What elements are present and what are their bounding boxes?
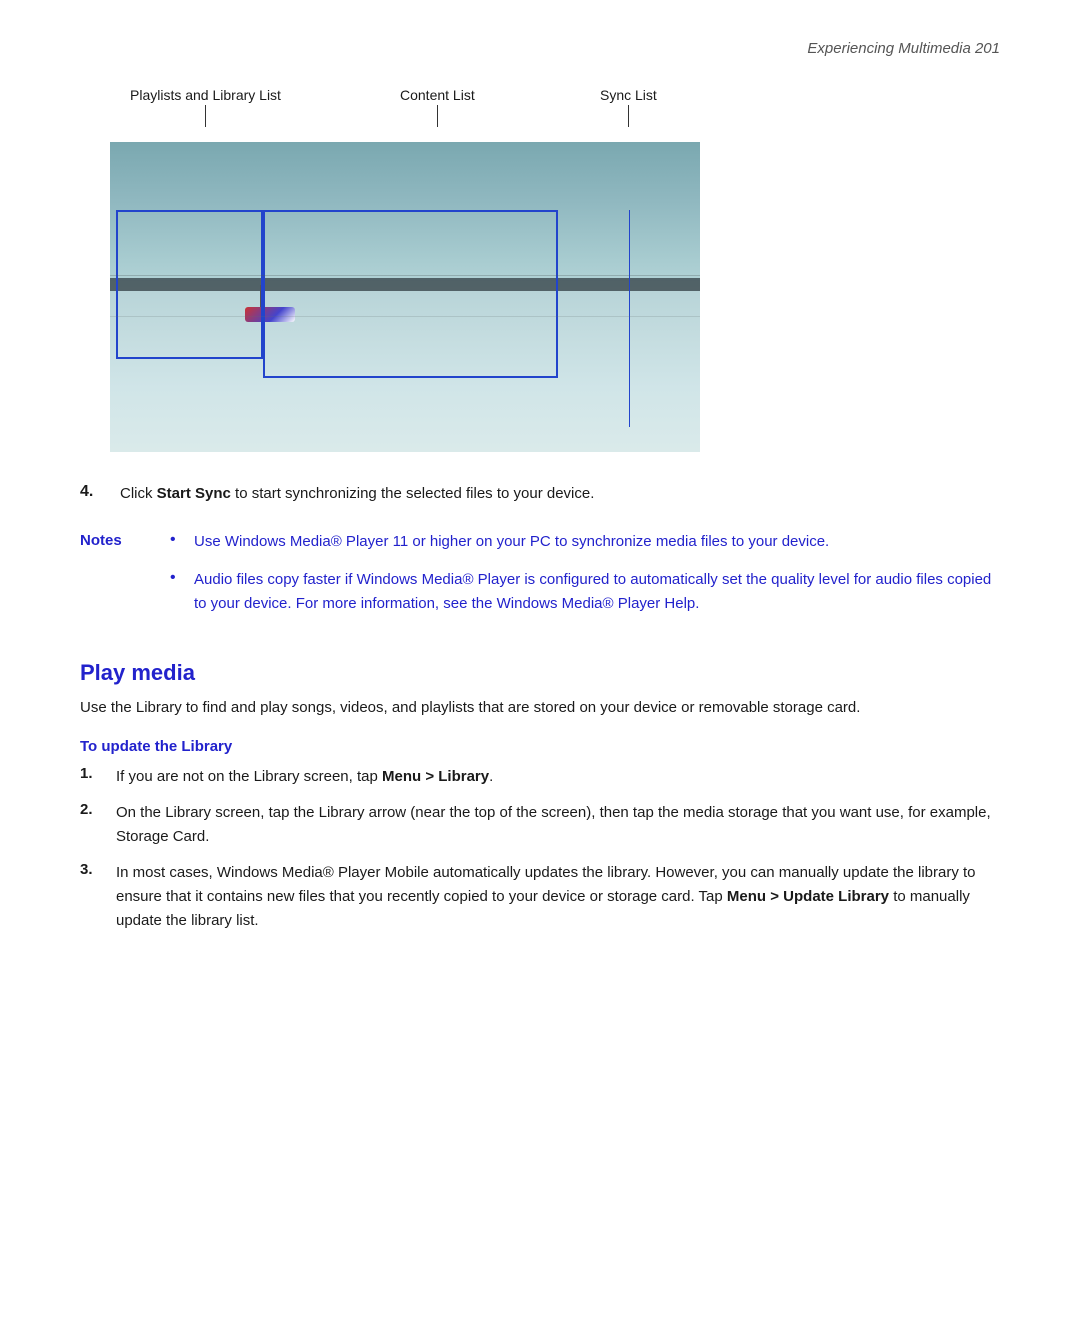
diagram-label-row: Playlists and Library List Content List …: [110, 87, 730, 142]
play-media-section: Play media Use the Library to find and p…: [80, 660, 1000, 933]
sync-label-group: Sync List: [600, 87, 657, 127]
page-header: Experiencing Multimedia 201: [80, 40, 1000, 57]
play-media-description: Use the Library to find and play songs, …: [80, 696, 1000, 720]
sync-label: Sync List: [600, 87, 657, 103]
bullet-1: •: [170, 530, 184, 549]
library-step-1: 1. If you are not on the Library screen,…: [80, 765, 1000, 789]
content-label: Content List: [400, 87, 475, 103]
library-step-2-text: On the Library screen, tap the Library a…: [116, 801, 1000, 849]
playlists-label-group: Playlists and Library List: [130, 87, 281, 127]
texture-line-1: [110, 275, 700, 276]
playlists-label: Playlists and Library List: [130, 87, 281, 103]
library-step-2: 2. On the Library screen, tap the Librar…: [80, 801, 1000, 849]
texture-line-2: [110, 316, 700, 317]
to-update-library-heading: To update the Library: [80, 738, 1000, 755]
playlists-connector-line: [205, 105, 206, 127]
notes-item-2: • Audio files copy faster if Windows Med…: [170, 568, 1000, 616]
step-4-text-after: to start synchronizing the selected file…: [231, 485, 595, 502]
step-4-text-before: Click: [120, 485, 157, 502]
play-media-heading: Play media: [80, 660, 1000, 686]
step-4-bold: Start Sync: [157, 485, 231, 502]
library-step-3: 3. In most cases, Windows Media® Player …: [80, 861, 1000, 933]
library-step-1-text: If you are not on the Library screen, ta…: [116, 765, 493, 789]
bullet-2: •: [170, 568, 184, 587]
diagram-section: Playlists and Library List Content List …: [80, 87, 1000, 452]
notes-section: Notes • Use Windows Media® Player 11 or …: [80, 530, 1000, 630]
update-library-steps: 1. If you are not on the Library screen,…: [80, 765, 1000, 933]
step-4-section: 4. Click Start Sync to start synchronizi…: [80, 482, 1000, 506]
blue-rect-left: [116, 210, 264, 359]
diagram-wrapper: Playlists and Library List Content List …: [110, 87, 730, 452]
notes-label: Notes: [80, 530, 150, 549]
sync-connector-line: [628, 105, 629, 127]
notes-text-2: Audio files copy faster if Windows Media…: [194, 568, 1000, 616]
content-label-group: Content List: [400, 87, 475, 127]
library-step-3-bold: Menu > Update Library: [727, 888, 889, 905]
step-4-number: 4.: [80, 482, 120, 501]
notes-content: • Use Windows Media® Player 11 or higher…: [170, 530, 1000, 630]
notes-item-1: • Use Windows Media® Player 11 or higher…: [170, 530, 1000, 554]
library-step-1-text-after: .: [489, 768, 493, 785]
blue-rect-center: [263, 210, 558, 377]
library-step-2-num: 2.: [80, 801, 108, 818]
notes-text-1: Use Windows Media® Player 11 or higher o…: [194, 530, 829, 554]
library-step-1-bold: Menu > Library: [382, 768, 489, 785]
library-step-1-num: 1.: [80, 765, 108, 782]
diagram-image: [110, 142, 700, 452]
library-step-3-text: In most cases, Windows Media® Player Mob…: [116, 861, 1000, 933]
library-step-1-text-before: If you are not on the Library screen, ta…: [116, 768, 382, 785]
content-connector-line: [437, 105, 438, 127]
blue-line-right: [629, 210, 630, 427]
library-step-3-num: 3.: [80, 861, 108, 878]
step-4-text: Click Start Sync to start synchronizing …: [120, 482, 594, 506]
